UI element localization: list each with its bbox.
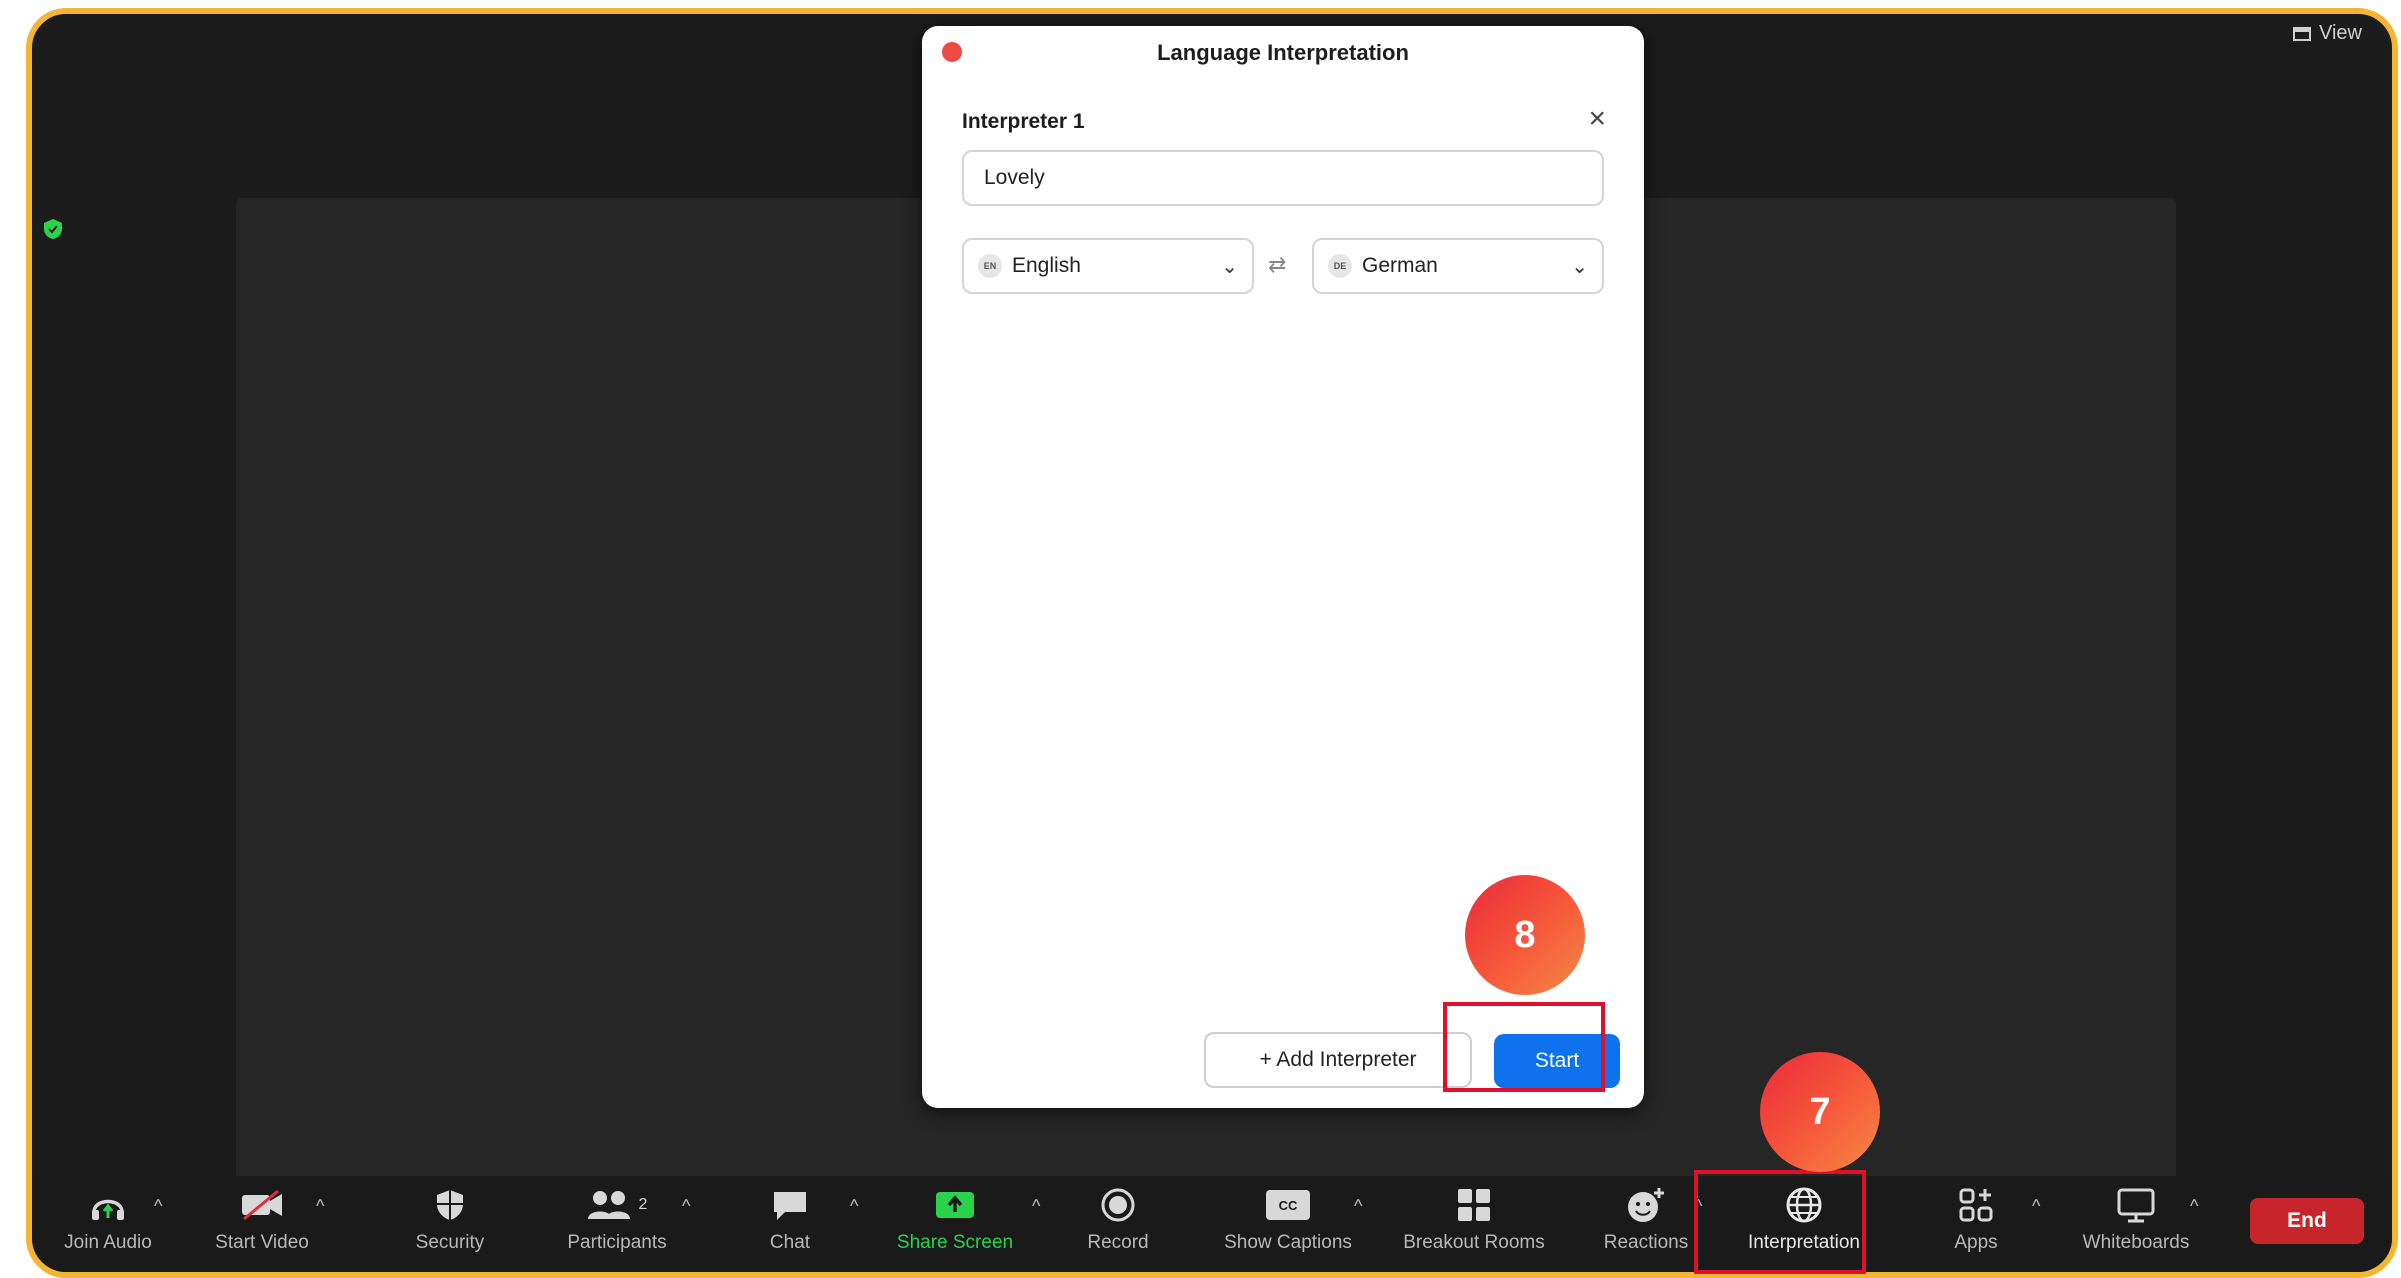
shield-icon — [437, 1190, 463, 1220]
target-language-label: German — [1362, 254, 1438, 277]
share-screen-button[interactable]: Share Screen — [865, 1184, 1045, 1254]
security-button[interactable]: Security — [360, 1184, 540, 1254]
view-button[interactable]: View — [2293, 22, 2362, 45]
participants-caret-icon[interactable]: ^ — [682, 1196, 690, 1217]
captions-icon: CC — [1266, 1190, 1310, 1220]
start-video-button[interactable]: Start Video — [172, 1184, 352, 1254]
chevron-down-icon: ⌄ — [1571, 255, 1588, 278]
reactions-icon — [1628, 1188, 1664, 1222]
whiteboards-button[interactable]: Whiteboards — [2046, 1184, 2226, 1254]
interpretation-button-highlight — [1694, 1170, 1866, 1274]
apps-caret-icon[interactable]: ^ — [2032, 1196, 2040, 1217]
video-off-icon — [242, 1189, 282, 1221]
apps-button[interactable]: Apps — [1886, 1184, 2066, 1254]
german-flag-icon: DE — [1328, 254, 1352, 278]
join-audio-label: Join Audio — [64, 1232, 152, 1253]
share-screen-label: Share Screen — [896, 1232, 1014, 1253]
encryption-shield-icon[interactable] — [42, 218, 64, 240]
breakout-rooms-label: Breakout Rooms — [1403, 1232, 1545, 1253]
view-label: View — [2319, 22, 2362, 44]
record-icon — [1101, 1188, 1135, 1222]
dialog-title: Language Interpretation — [1157, 40, 1409, 65]
meeting-window: View Language Interpretation Interpreter… — [26, 8, 2398, 1278]
record-button[interactable]: Record — [1028, 1184, 1208, 1254]
reactions-label: Reactions — [1603, 1232, 1689, 1253]
breakout-rooms-icon — [1458, 1189, 1490, 1221]
apps-icon — [1959, 1188, 1993, 1222]
whiteboard-icon — [2117, 1188, 2155, 1223]
chat-icon — [774, 1192, 806, 1220]
whiteboards-label: Whiteboards — [2082, 1232, 2190, 1253]
apps-label: Apps — [1954, 1232, 1998, 1253]
security-label: Security — [415, 1232, 485, 1253]
chat-label: Chat — [769, 1232, 811, 1253]
participants-icon — [587, 1191, 630, 1219]
target-language-select[interactable]: DE German ⌄ — [1312, 238, 1604, 294]
swap-languages-icon[interactable]: ⇄ — [1268, 252, 1286, 278]
remove-interpreter-close-icon[interactable]: × — [1588, 104, 1606, 134]
start-button-highlight — [1443, 1002, 1605, 1092]
record-label: Record — [1087, 1232, 1149, 1253]
chat-caret-icon[interactable]: ^ — [850, 1196, 858, 1217]
step-7-badge: 7 — [1760, 1052, 1880, 1172]
interpreter-name-input[interactable]: Lovely — [962, 150, 1604, 206]
video-options-caret-icon[interactable]: ^ — [316, 1196, 324, 1217]
show-captions-button[interactable]: CC Show Captions — [1198, 1184, 1378, 1254]
captions-caret-icon[interactable]: ^ — [1354, 1196, 1362, 1217]
start-video-label: Start Video — [215, 1232, 309, 1253]
interpreter-name-value: Lovely — [984, 166, 1045, 189]
participants-label: Participants — [567, 1232, 667, 1253]
chevron-down-icon: ⌄ — [1221, 255, 1238, 278]
english-flag-icon: EN — [978, 254, 1002, 278]
add-interpreter-button[interactable]: + Add Interpreter — [1204, 1032, 1472, 1088]
headphones-icon — [92, 1199, 124, 1220]
share-screen-icon — [936, 1192, 974, 1218]
view-grid-icon — [2293, 26, 2311, 41]
whiteboards-caret-icon[interactable]: ^ — [2190, 1196, 2198, 1217]
source-language-label: English — [1012, 254, 1081, 277]
participants-count: 2 — [638, 1196, 648, 1213]
step-8-badge: 8 — [1465, 875, 1585, 995]
breakout-rooms-button[interactable]: Breakout Rooms — [1384, 1184, 1564, 1254]
chat-button[interactable]: Chat — [700, 1184, 880, 1254]
show-captions-label: Show Captions — [1224, 1232, 1352, 1253]
audio-options-caret-icon[interactable]: ^ — [154, 1196, 162, 1217]
end-meeting-button[interactable]: End — [2250, 1198, 2364, 1244]
source-language-select[interactable]: EN English ⌄ — [962, 238, 1254, 294]
meeting-toolbar: Join Audio ^ Start Video ^ Security 2 Pa… — [32, 1176, 2392, 1272]
interpreter-label: Interpreter 1 — [962, 110, 1085, 133]
participants-button[interactable]: 2 Participants — [527, 1184, 707, 1254]
